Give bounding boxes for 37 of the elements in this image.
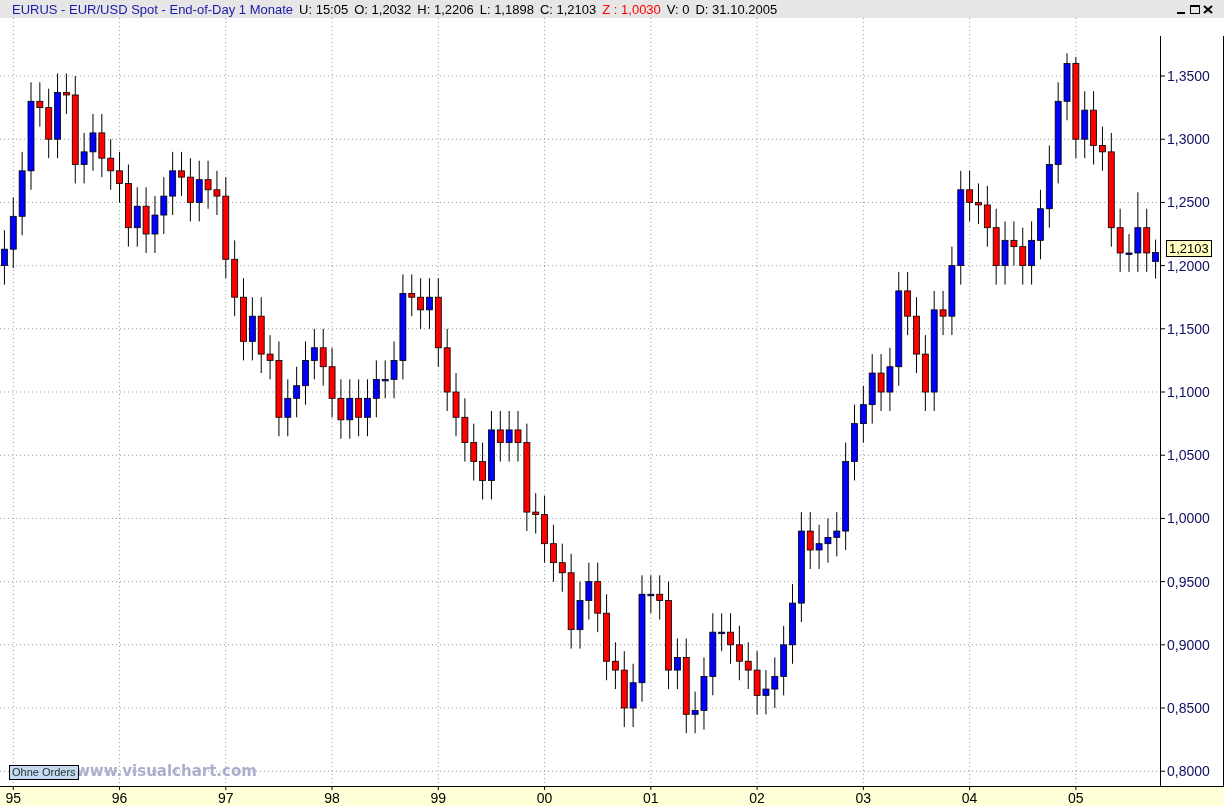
price-axis-label: 1,1000 xyxy=(1167,384,1210,400)
price-axis-label: 0,9000 xyxy=(1167,636,1210,653)
price-axis-label: 1,2500 xyxy=(1167,194,1210,211)
time-axis-label: 99 xyxy=(430,790,447,806)
quote-field: D: 31.10.2005 xyxy=(695,1,778,17)
price-axis-label: 1,3500 xyxy=(1167,68,1210,84)
time-axis-label: 03 xyxy=(855,790,872,806)
time-axis-label: 04 xyxy=(961,790,978,806)
chart-title: EURUS - EUR/USD Spot - End-of-Day 1 Monate xyxy=(12,1,294,17)
maximize-icon[interactable] xyxy=(1189,3,1201,15)
quote-field: L: 1,1898 xyxy=(479,1,534,17)
price-axis-label: 0,8000 xyxy=(1167,763,1210,780)
quote-field: C: 1,2103 xyxy=(539,1,597,17)
quote-field: U: 15:05 xyxy=(299,1,349,17)
price-axis-label: 1,1500 xyxy=(1167,320,1210,337)
time-axis-label: 98 xyxy=(324,790,340,806)
quote-field: H: 1,2206 xyxy=(417,1,474,17)
time-axis-label: 01 xyxy=(643,790,659,806)
close-icon[interactable] xyxy=(1202,3,1214,15)
price-axis-label: 1,0000 xyxy=(1167,510,1210,527)
time-axis-label: 95 xyxy=(5,790,22,806)
branding-text: www.visualchart.com xyxy=(76,762,257,780)
price-axis-label: 1,3000 xyxy=(1167,131,1210,148)
time-axis-label: 96 xyxy=(111,790,128,806)
time-axis-label: 02 xyxy=(749,790,765,806)
time-axis-label: 97 xyxy=(218,790,234,806)
price-axis-label: 1,0500 xyxy=(1167,447,1210,464)
time-axis-label: 05 xyxy=(1068,790,1084,806)
last-price-label: 1,2103 xyxy=(1166,239,1212,257)
quote-field: O: 1,2032 xyxy=(354,1,412,17)
quote-field: Z : 1,0030 xyxy=(602,1,661,17)
price-axis-label: 1,2000 xyxy=(1167,257,1210,274)
orders-button[interactable]: Ohne Orders xyxy=(9,765,79,780)
price-axis-label: 0,9500 xyxy=(1167,573,1210,590)
price-axis-label: 0,8500 xyxy=(1167,700,1210,716)
time-axis-label: 00 xyxy=(536,790,553,806)
quote-field: V: 0 xyxy=(666,1,690,17)
